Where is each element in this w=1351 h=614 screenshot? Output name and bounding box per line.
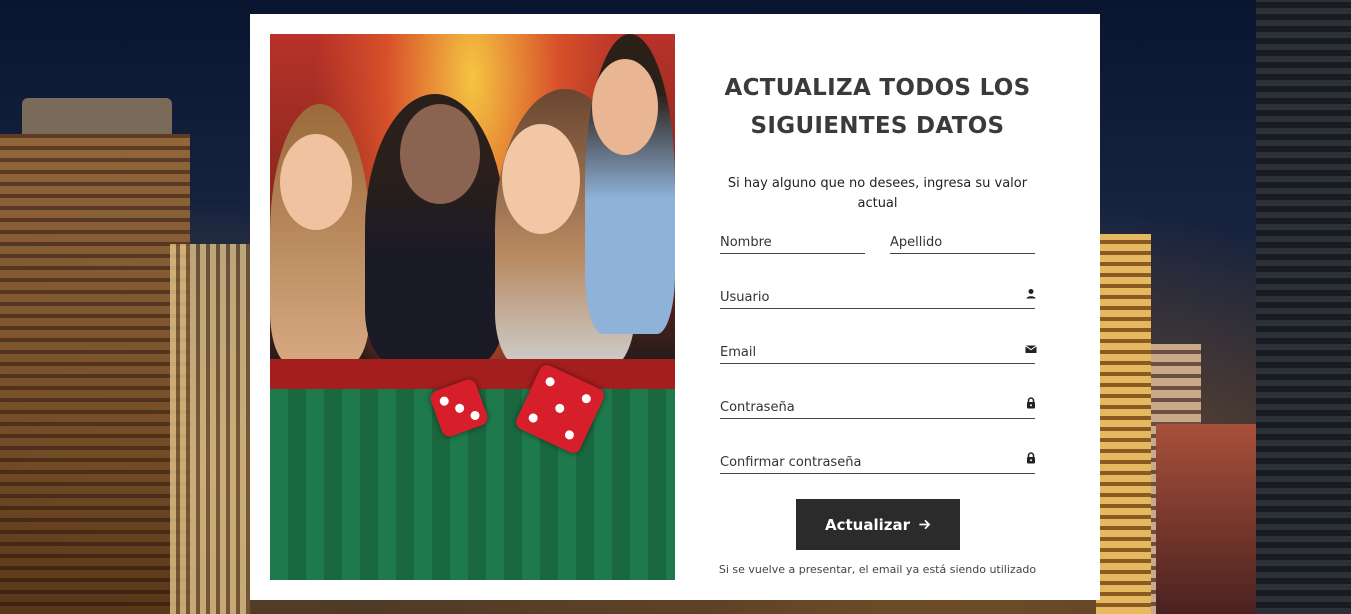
arrow-right-icon	[919, 519, 931, 530]
form-subtitle: Si hay alguno que no desees, ingresa su …	[727, 176, 1028, 211]
email-in-use-note: Si se vuelve a presentar, el email ya es…	[718, 563, 1037, 576]
update-button[interactable]: Actualizar	[796, 499, 960, 550]
form-title: ACTUALIZA TODOS LOS SIGUIENTES DATOS	[724, 75, 1031, 139]
person-face	[502, 124, 580, 234]
background-building-dome	[22, 98, 172, 134]
last-name-field[interactable]	[890, 231, 1035, 254]
background-building	[1156, 424, 1256, 614]
background-building	[1256, 0, 1351, 614]
background-building	[170, 244, 250, 614]
password-field[interactable]	[720, 396, 1035, 419]
user-icon	[1026, 289, 1036, 299]
person-face	[592, 59, 658, 155]
person-face	[280, 134, 352, 230]
update-form-card: ACTUALIZA TODOS LOS SIGUIENTES DATOS Si …	[250, 14, 1100, 600]
update-button-label: Actualizar	[824, 515, 910, 534]
username-field[interactable]	[720, 286, 1035, 309]
person-face	[400, 104, 480, 204]
background-building	[0, 134, 190, 614]
lock-icon	[1027, 452, 1035, 464]
background-building	[1096, 234, 1151, 614]
email-field[interactable]	[720, 341, 1035, 364]
first-name-field[interactable]	[720, 231, 865, 254]
casino-promo-image	[270, 34, 675, 580]
lock-icon	[1027, 397, 1035, 409]
envelope-icon	[1025, 345, 1037, 353]
confirm-password-field[interactable]	[720, 451, 1035, 474]
